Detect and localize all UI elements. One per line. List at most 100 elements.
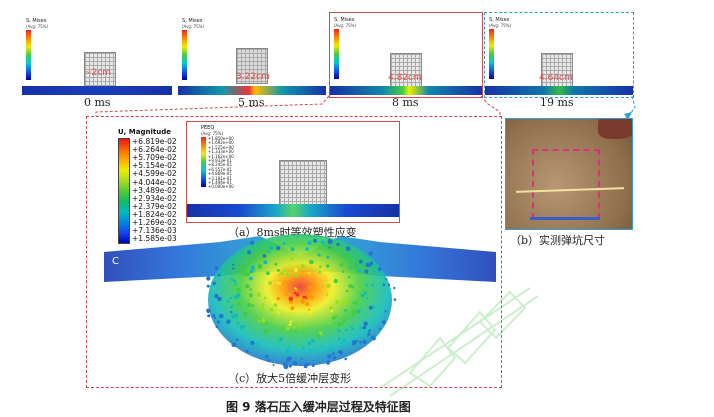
penetration-label: 4.64cm — [539, 73, 573, 83]
particle — [226, 322, 229, 325]
particle — [331, 316, 336, 320]
particle — [353, 301, 358, 305]
particle — [338, 350, 343, 354]
particle — [307, 311, 311, 314]
particle — [348, 284, 353, 288]
particle — [309, 348, 312, 352]
particle — [352, 343, 355, 346]
cushion-layer — [22, 86, 172, 95]
top-panel-19ms: S, Mises (Avg: 75%) 4.64cm — [484, 12, 634, 98]
particle — [366, 297, 368, 299]
particle — [364, 269, 369, 274]
particle — [206, 276, 211, 281]
particle — [231, 342, 236, 347]
legend-color-bar — [182, 30, 187, 80]
particle — [286, 274, 290, 278]
legend-color-bar — [489, 29, 494, 79]
particle — [256, 292, 261, 297]
particle — [309, 259, 314, 265]
particle — [258, 264, 261, 267]
particle — [298, 323, 302, 327]
particle — [290, 306, 295, 311]
particle — [288, 296, 293, 301]
peeq-color-bar — [201, 137, 206, 187]
particle — [368, 263, 372, 267]
top-panel-5ms: S, Mises (Avg: 75%) 3.22cm — [178, 14, 326, 95]
penetration-label: ~2cm — [84, 68, 111, 78]
particle — [293, 268, 298, 273]
particle — [290, 247, 295, 252]
particle — [351, 308, 357, 314]
particle — [235, 338, 239, 342]
particle — [249, 276, 253, 281]
particle — [265, 354, 269, 359]
particle — [242, 311, 248, 317]
particle — [236, 302, 241, 307]
particle — [317, 253, 320, 257]
particle — [327, 354, 332, 359]
particle — [292, 360, 297, 366]
particle — [345, 246, 351, 251]
particle — [300, 298, 305, 304]
particle — [325, 264, 330, 268]
particle — [320, 240, 325, 245]
figure-caption: 图 9 落石压入缓冲层过程及特征图 — [226, 400, 411, 414]
particle — [212, 281, 216, 286]
particle — [214, 294, 219, 299]
particle — [318, 270, 322, 274]
particle — [341, 301, 346, 306]
particle — [265, 322, 268, 325]
particle — [229, 296, 233, 300]
particle — [307, 303, 310, 306]
particle — [294, 330, 298, 334]
particle — [316, 333, 321, 339]
particle — [300, 264, 305, 269]
particle — [236, 321, 240, 325]
particle — [231, 314, 236, 319]
particle — [267, 359, 271, 363]
particle — [206, 284, 210, 288]
particle — [289, 337, 292, 341]
particle — [289, 320, 293, 323]
particle — [305, 247, 309, 251]
particle — [263, 296, 267, 300]
particle — [342, 338, 346, 343]
rock-block — [279, 160, 327, 210]
particle — [207, 314, 211, 318]
particle — [327, 290, 333, 295]
particle — [283, 364, 289, 370]
cushion-layer — [330, 86, 482, 95]
mises-legend: S, Mises (Avg: 75%) — [334, 17, 378, 79]
particle — [280, 271, 284, 276]
cushion-layer — [187, 204, 399, 217]
particle — [283, 269, 286, 272]
particle — [351, 327, 355, 330]
magnitude-legend: U, Magnitude +6.819e-02 +6.264e-02 +5.709e… — [114, 128, 192, 244]
particle — [261, 318, 266, 323]
particle — [288, 345, 291, 348]
particle — [362, 325, 367, 330]
particle — [347, 275, 351, 279]
particle — [276, 268, 280, 272]
particle — [365, 283, 369, 287]
particle — [250, 265, 255, 270]
particle — [284, 280, 288, 284]
particle — [307, 272, 310, 274]
particle — [333, 278, 338, 284]
particle — [336, 242, 340, 247]
cushion-layer — [178, 86, 326, 95]
particle — [345, 328, 348, 332]
particle — [295, 293, 299, 297]
particle — [288, 323, 292, 327]
particle — [363, 292, 367, 295]
peeq-panel: PEEQ (Avg: 75%) +1.850e+00 +1.692e+00 +1.5… — [186, 121, 400, 223]
particle — [273, 303, 278, 307]
rock-fragment — [598, 119, 632, 139]
particle — [263, 328, 269, 334]
magnitude-caption: （c）放大5倍缓冲层变形 — [228, 372, 352, 385]
particle — [255, 342, 259, 346]
particle — [294, 273, 299, 278]
particle — [355, 264, 359, 267]
particle — [368, 251, 374, 256]
particle — [236, 293, 241, 298]
